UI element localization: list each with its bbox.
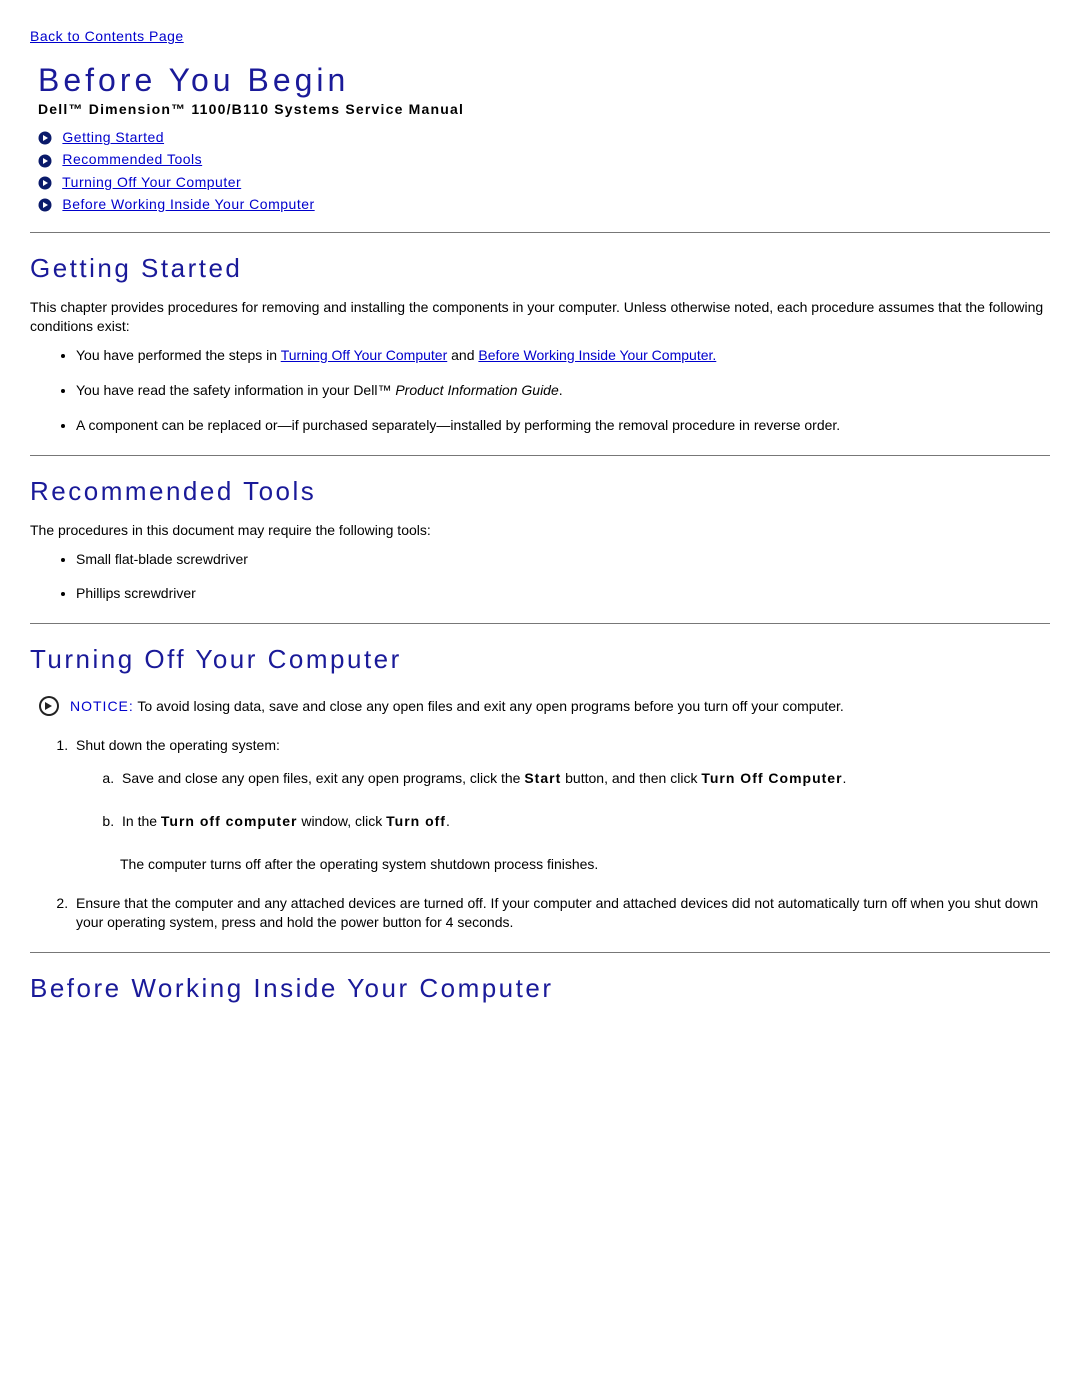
bold-text: Start: [524, 770, 561, 786]
list-item: A component can be replaced or—if purcha…: [76, 416, 1050, 435]
bold-text: Turn off computer: [161, 813, 298, 829]
toc-link-getting-started[interactable]: Getting Started: [62, 129, 164, 145]
italic-text: Product Information Guide: [395, 382, 558, 398]
list-item: Ensure that the computer and any attache…: [72, 894, 1050, 932]
bold-text: Turn Off Computer: [701, 770, 842, 786]
getting-started-intro: This chapter provides procedures for rem…: [30, 298, 1050, 336]
link-before-working[interactable]: Before Working Inside Your Computer.: [478, 347, 716, 363]
text-fragment: In the: [122, 813, 161, 829]
list-item: You have read the safety information in …: [76, 381, 1050, 400]
toc-link-recommended-tools[interactable]: Recommended Tools: [62, 151, 202, 167]
text-fragment: Save and close any open files, exit any …: [122, 770, 524, 786]
arrow-bullet-icon: [38, 154, 52, 168]
text-fragment: To avoid losing data, save and close any…: [134, 698, 844, 714]
getting-started-list: You have performed the steps in Turning …: [30, 346, 1050, 435]
text-fragment: You have read the safety information in …: [76, 382, 395, 398]
list-item: You have performed the steps in Turning …: [76, 346, 1050, 365]
arrow-bullet-icon: [38, 131, 52, 145]
text-fragment: Shut down the operating system:: [76, 737, 280, 753]
link-turning-off[interactable]: Turning Off Your Computer: [281, 347, 448, 363]
bold-text: Turn off: [386, 813, 446, 829]
back-to-contents-link[interactable]: Back to Contents Page: [30, 28, 184, 44]
heading-getting-started: Getting Started: [30, 253, 1050, 284]
recommended-tools-intro: The procedures in this document may requ…: [30, 521, 1050, 540]
text-fragment: .: [843, 770, 847, 786]
heading-turning-off: Turning Off Your Computer: [30, 644, 1050, 675]
list-item: Phillips screwdriver: [76, 584, 1050, 603]
arrow-bullet-icon: [38, 176, 52, 190]
notice-text: NOTICE: To avoid losing data, save and c…: [70, 697, 844, 716]
sub-steps: Save and close any open files, exit any …: [76, 769, 1050, 831]
divider: [30, 623, 1050, 624]
text-fragment: .: [446, 813, 450, 829]
notice-block: NOTICE: To avoid losing data, save and c…: [38, 697, 1050, 720]
list-item: In the Turn off computer window, click T…: [118, 812, 1050, 831]
notice-label: NOTICE:: [70, 698, 134, 714]
page-subtitle: Dell™ Dimension™ 1100/B110 Systems Servi…: [38, 101, 1050, 117]
heading-before-working: Before Working Inside Your Computer: [30, 973, 1050, 1004]
list-item: Save and close any open files, exit any …: [118, 769, 1050, 788]
text-fragment: and: [447, 347, 478, 363]
step-result-text: The computer turns off after the operati…: [120, 855, 1050, 874]
text-fragment: You have performed the steps in: [76, 347, 281, 363]
turning-off-steps: Shut down the operating system: Save and…: [30, 736, 1050, 931]
toc-link-before-working[interactable]: Before Working Inside Your Computer: [62, 196, 314, 212]
text-fragment: window, click: [297, 813, 386, 829]
arrow-bullet-icon: [38, 198, 52, 212]
tools-list: Small flat-blade screwdriver Phillips sc…: [30, 550, 1050, 604]
divider: [30, 952, 1050, 953]
heading-recommended-tools: Recommended Tools: [30, 476, 1050, 507]
divider: [30, 455, 1050, 456]
text-fragment: button, and then click: [561, 770, 701, 786]
page-title: Before You Begin: [38, 62, 1050, 99]
toc-link-turning-off[interactable]: Turning Off Your Computer: [62, 174, 241, 190]
text-fragment: .: [559, 382, 563, 398]
notice-icon: [38, 695, 60, 720]
list-item: Small flat-blade screwdriver: [76, 550, 1050, 569]
table-of-contents: Getting Started Recommended Tools Turnin…: [38, 129, 1050, 212]
divider: [30, 232, 1050, 233]
list-item: Shut down the operating system: Save and…: [72, 736, 1050, 874]
